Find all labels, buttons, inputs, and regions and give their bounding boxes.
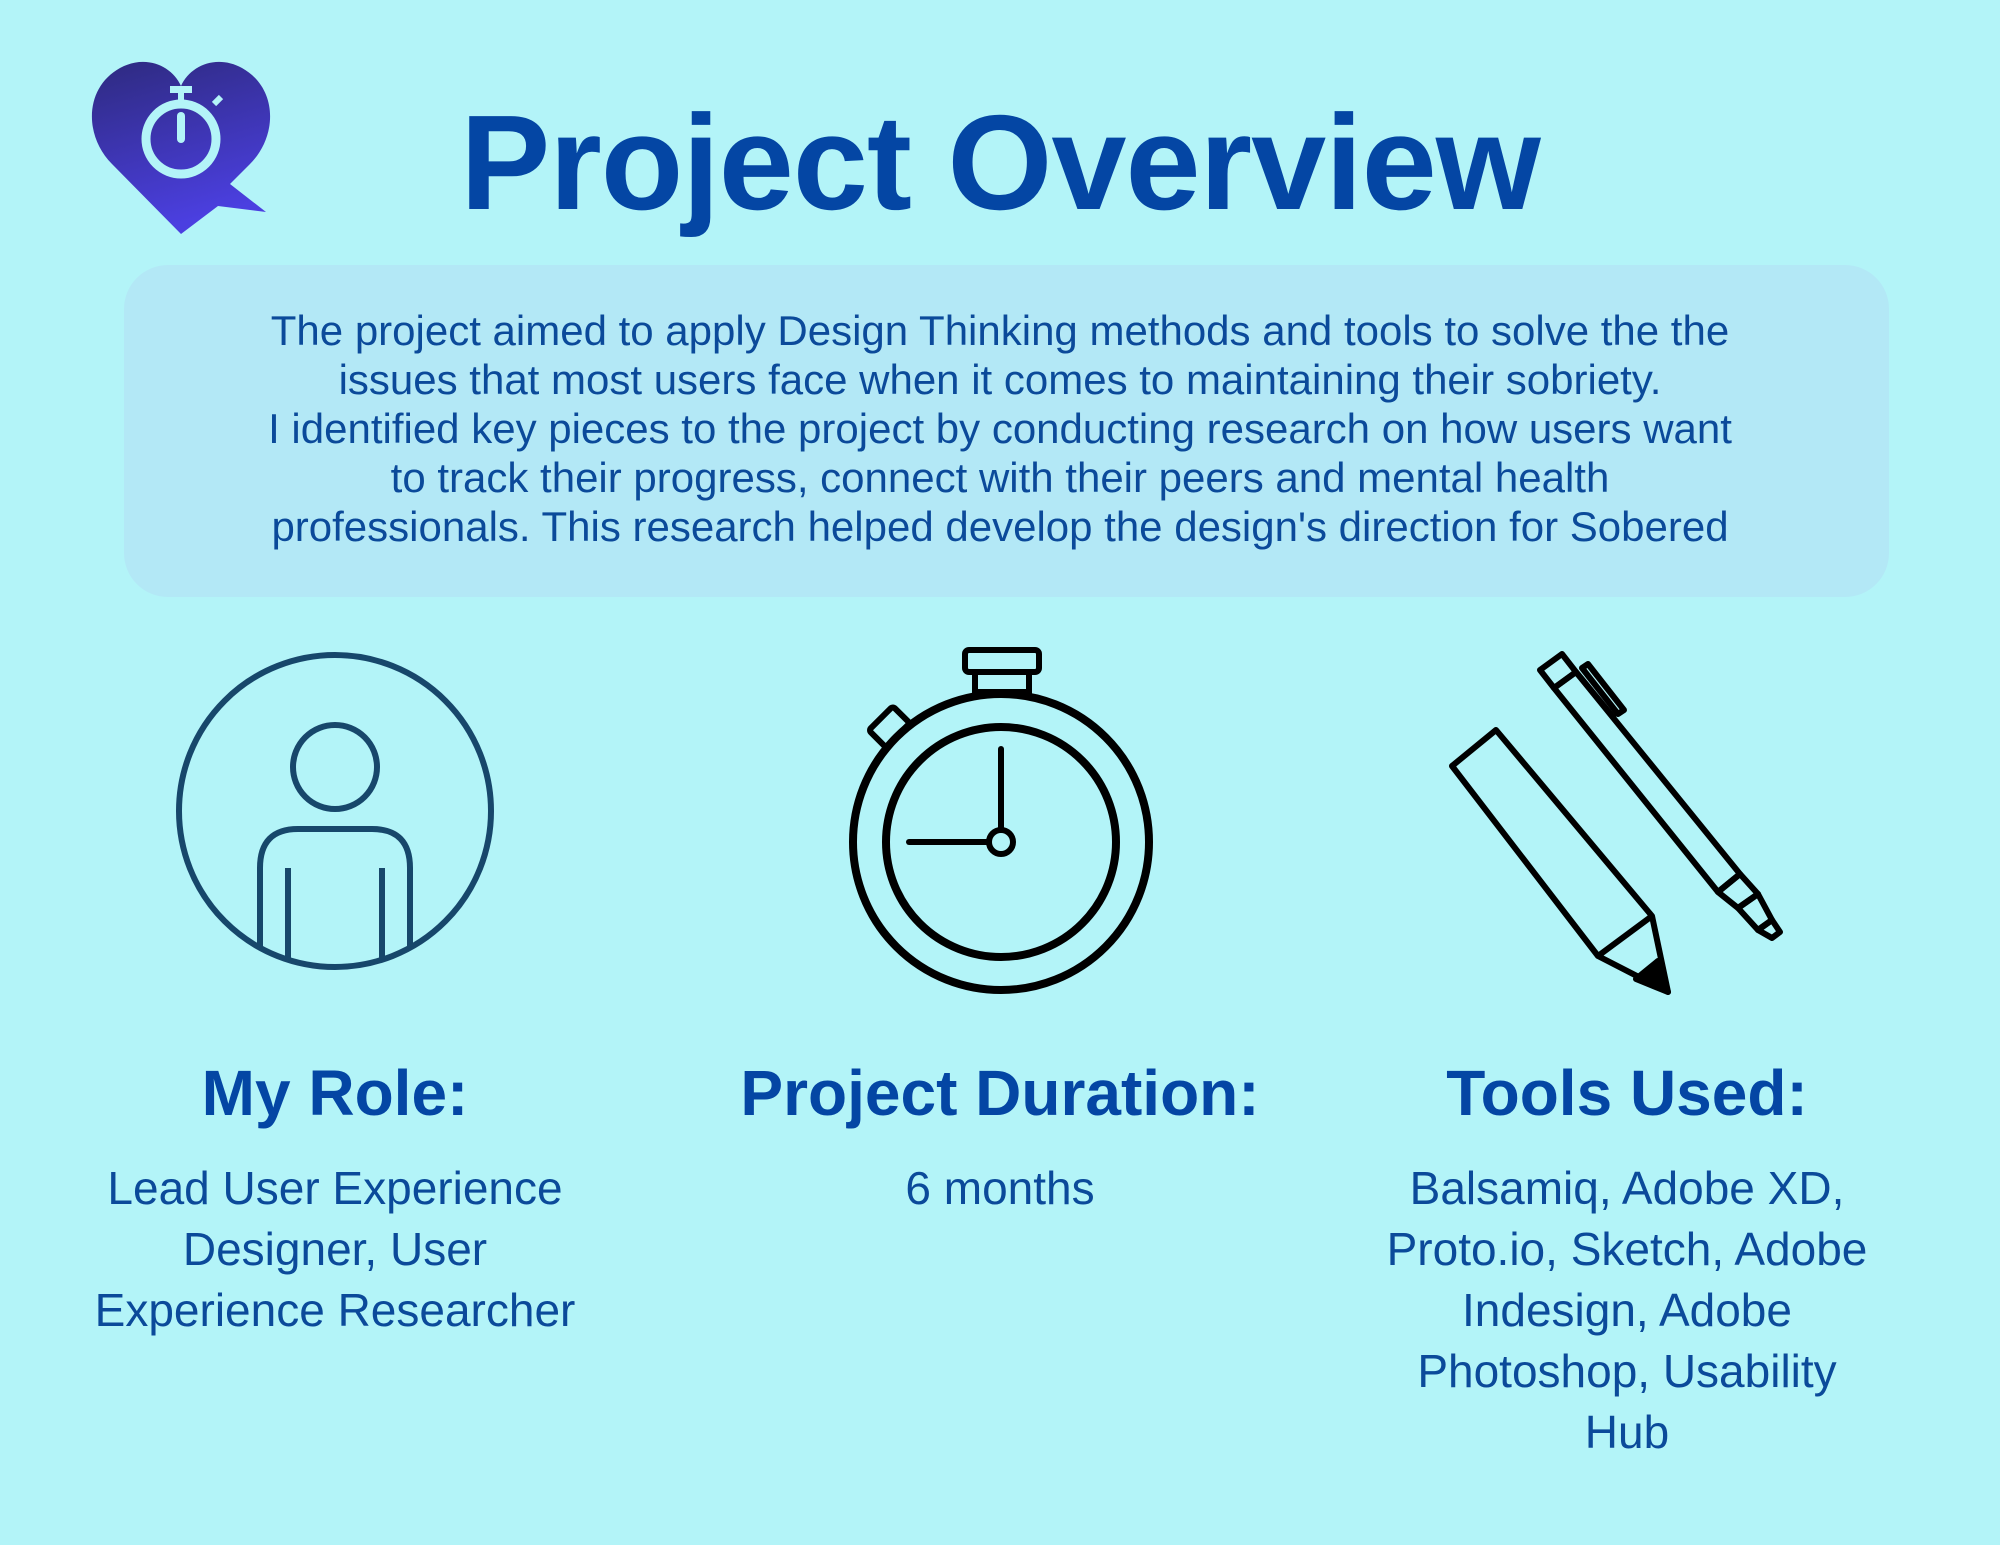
intro-line: professionals. This research helped deve… <box>271 503 1729 550</box>
duration-line: 6 months <box>905 1162 1095 1214</box>
intro-line: issues that most users face when it come… <box>338 356 1662 403</box>
tools-used-heading: Tools Used: <box>1446 1057 1808 1129</box>
intro-paragraph: The project aimed to apply Design Thinki… <box>150 306 1850 551</box>
tools-line: Balsamiq, Adobe XD, <box>1409 1162 1845 1214</box>
intro-line: I identified key pieces to the project b… <box>268 405 1732 452</box>
intro-line: The project aimed to apply Design Thinki… <box>270 307 1730 354</box>
my-role-text: Lead User Experience Designer, User Expe… <box>40 1158 630 1341</box>
tools-line: Proto.io, Sketch, Adobe <box>1386 1223 1868 1275</box>
intro-line: to track their progress, connect with th… <box>390 454 1610 501</box>
person-in-circle-icon <box>176 652 494 970</box>
marker-and-pen-icon <box>1449 651 1783 995</box>
project-duration-text: 6 months <box>750 1158 1250 1219</box>
role-line: Experience Researcher <box>94 1284 576 1336</box>
my-role-heading: My Role: <box>201 1057 469 1129</box>
tools-line: Photoshop, Usability <box>1417 1345 1837 1397</box>
tools-line: Indesign, Adobe <box>1462 1284 1792 1336</box>
page-canvas: Project Overview The project aimed to ap… <box>0 0 2000 1545</box>
heart-stopwatch-logo <box>91 61 271 234</box>
role-line: Designer, User <box>182 1223 488 1275</box>
tools-line: Hub <box>1584 1406 1670 1458</box>
role-line: Lead User Experience <box>107 1162 563 1214</box>
page-title: Project Overview <box>460 87 1541 238</box>
tools-used-text: Balsamiq, Adobe XD, Proto.io, Sketch, Ad… <box>1347 1158 1907 1463</box>
stopwatch-icon <box>849 647 1153 994</box>
project-duration-heading: Project Duration: <box>740 1057 1260 1129</box>
